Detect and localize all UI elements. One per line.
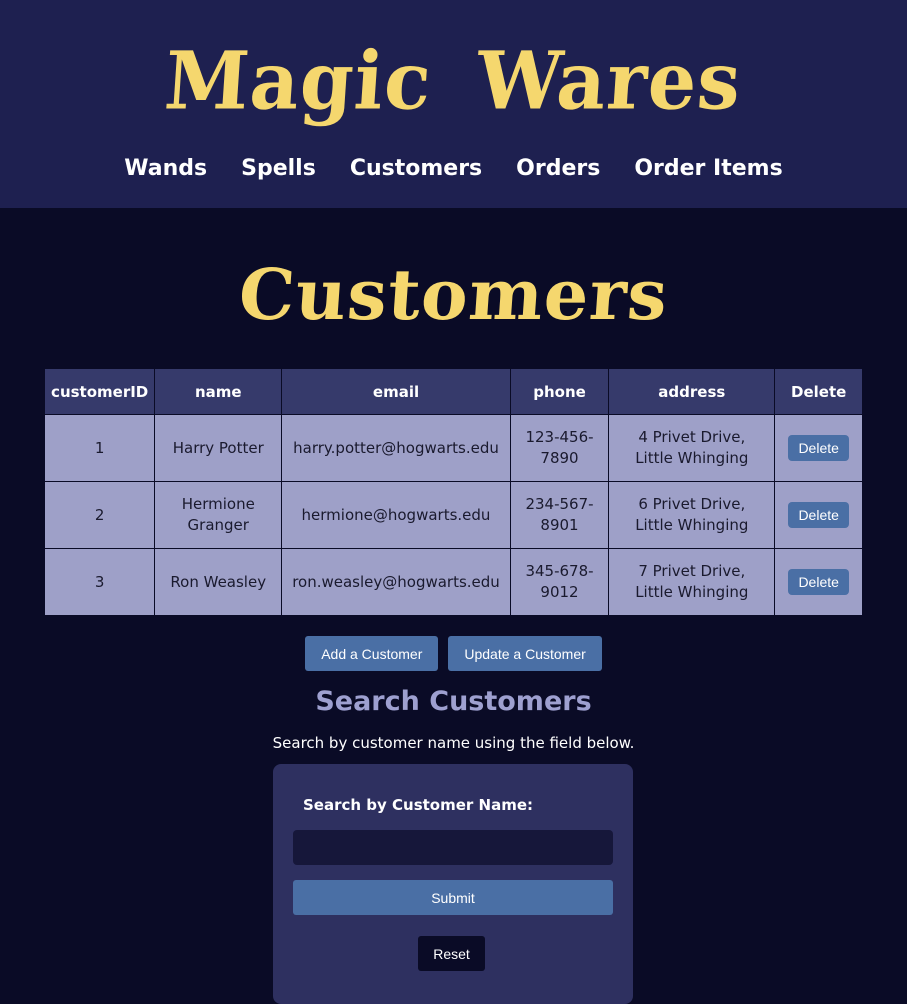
delete-button[interactable]: Delete [788,569,849,595]
delete-button[interactable]: Delete [788,502,849,528]
page-title: Customers [0,240,907,350]
cell-delete: Delete [774,481,863,549]
reset-button[interactable]: Reset [418,936,485,971]
update-customer-button[interactable]: Update a Customer [448,636,602,671]
site-header: Magic Wares Wands Spells Customers Order… [0,0,907,208]
nav-customers[interactable]: Customers [350,150,482,188]
nav-order-items[interactable]: Order Items [634,150,782,188]
logo: Magic Wares [0,26,907,136]
table-header-row: customerID name email phone address Dele… [43,368,863,415]
search-field-label: Search by Customer Name: [303,796,534,814]
column-header-email: email [281,368,511,415]
nav-orders[interactable]: Orders [516,150,600,188]
table-row: 3 Ron Weasley ron.weasley@hogwarts.edu 3… [43,548,863,616]
column-header-delete: Delete [774,368,863,415]
cell-email: ron.weasley@hogwarts.edu [281,548,511,616]
table-row: 1 Harry Potter harry.potter@hogwarts.edu… [43,414,863,482]
cell-phone: 123-456-7890 [509,414,610,482]
column-header-name: name [154,368,283,415]
search-subtitle: Search by customer name using the field … [272,734,635,752]
submit-button[interactable]: Submit [293,880,613,915]
cell-phone: 234-567-8901 [509,481,610,549]
column-header-phone: phone [509,368,610,415]
cell-name: Hermione Granger [154,481,283,549]
cell-name: Harry Potter [154,414,283,482]
cell-name: Ron Weasley [154,548,283,616]
cell-email: hermione@hogwarts.edu [281,481,511,549]
nav-spells[interactable]: Spells [241,150,316,188]
cell-phone: 345-678-9012 [509,548,610,616]
cell-address: 7 Privet Drive, Little Whinging [608,548,776,616]
search-title: Search Customers [315,686,592,717]
cell-delete: Delete [774,414,863,482]
cell-customerid: 2 [43,481,156,549]
cell-customerid: 1 [43,414,156,482]
logo-text: Magic Wares [162,33,745,128]
column-header-customerid: customerID [43,368,156,415]
cell-customerid: 3 [43,548,156,616]
customer-actions: Add a Customer Update a Customer [0,636,907,671]
cell-delete: Delete [774,548,863,616]
search-form: Search by Customer Name: Submit Reset [273,764,633,1004]
cell-address: 6 Privet Drive, Little Whinging [608,481,776,549]
customers-table: customerID name email phone address Dele… [43,368,863,616]
cell-address: 4 Privet Drive, Little Whinging [608,414,776,482]
table-row: 2 Hermione Granger hermione@hogwarts.edu… [43,481,863,549]
cell-email: harry.potter@hogwarts.edu [281,414,511,482]
search-input[interactable] [293,830,613,865]
page-title-text: Customers [236,253,671,336]
nav-wands[interactable]: Wands [124,150,207,188]
add-customer-button[interactable]: Add a Customer [305,636,439,671]
column-header-address: address [608,368,776,415]
main-nav: Wands Spells Customers Orders Order Item… [0,150,907,188]
delete-button[interactable]: Delete [788,435,849,461]
